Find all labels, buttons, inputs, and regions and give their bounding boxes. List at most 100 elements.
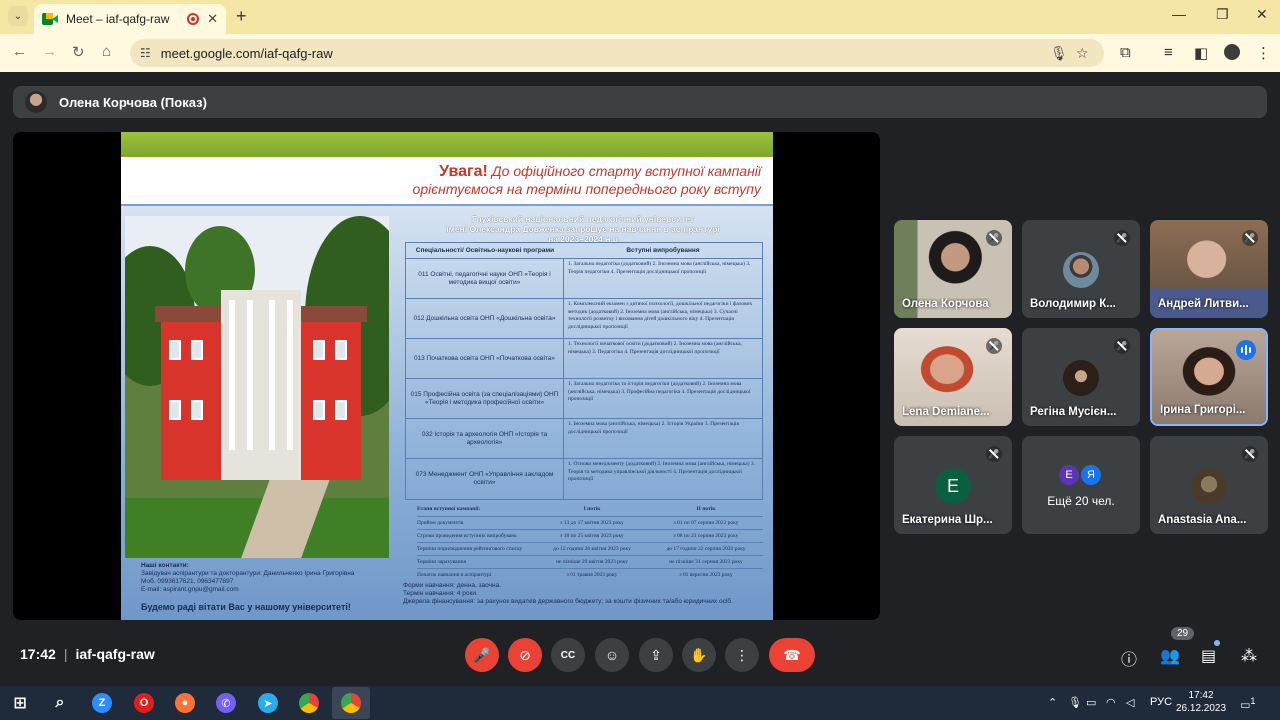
tray-battery-icon[interactable]: ▭ bbox=[1086, 696, 1096, 709]
address-bar[interactable]: ☷ meet.google.com/iaf-qafg-raw 🎙 ☆ bbox=[130, 39, 1104, 67]
activities-icon[interactable]: ⁂ bbox=[1241, 646, 1257, 666]
browser-tab-bar: ⌄ Meet – iaf-qafg-raw ✕ + — ❐ ✕ bbox=[0, 0, 1280, 34]
notifications-icon[interactable]: ▭1 bbox=[1240, 696, 1256, 712]
hang-up-icon: ☎ bbox=[783, 646, 801, 663]
participant-name: Lena Demiane... bbox=[902, 406, 990, 418]
chrome-app-icon[interactable] bbox=[299, 693, 319, 713]
search-icon[interactable]: ⌕ bbox=[50, 693, 70, 713]
participant-tile-speaking[interactable]: Ірина Григорі... bbox=[1150, 328, 1268, 426]
tab-close-icon[interactable]: ✕ bbox=[207, 11, 218, 27]
participant-tile[interactable]: Е 🎤 Екатерина Шр... bbox=[894, 436, 1012, 534]
camera-toggle-button[interactable]: ⊘ bbox=[508, 638, 542, 672]
reactions-button[interactable]: ☺ bbox=[595, 638, 629, 672]
taskbar-clock[interactable]: 17:42 26.12.2023 bbox=[1176, 689, 1226, 715]
table-row: 032 Історія та археологія ОНП «Історія т… bbox=[406, 419, 762, 459]
participant-tile[interactable]: 🎤 Lena Demiane... bbox=[894, 328, 1012, 426]
extensions-icon[interactable]: ⧉ bbox=[1120, 44, 1131, 61]
programs-table: Спеціальності/ Освітньо-наукові програми… bbox=[405, 242, 763, 500]
participant-tile[interactable]: 🎤 Регіна Мусієн... bbox=[1022, 328, 1140, 426]
emoji-icon: ☺ bbox=[604, 647, 620, 663]
participant-tile[interactable]: 🎤 Олена Корчова bbox=[894, 220, 1012, 318]
warning-line-2: орієнтуємося на терміни попереднього рок… bbox=[412, 181, 761, 197]
chat-icon[interactable]: ▤ bbox=[1201, 646, 1216, 666]
table-row: 015 Професійна освіта (за спеціалізаціям… bbox=[406, 379, 762, 419]
presenter-bar: Олена Корчова (Показ) bbox=[13, 86, 1267, 118]
captions-icon: CC bbox=[560, 649, 576, 661]
microphone-icon[interactable]: 🎙 bbox=[1050, 45, 1068, 62]
profile-avatar[interactable] bbox=[1224, 44, 1240, 60]
table-row: Строки проведення вступних випробувань з … bbox=[417, 529, 763, 542]
tab-search-chevron-icon[interactable]: ⌄ bbox=[8, 6, 28, 26]
zoom-app-icon[interactable]: Z bbox=[92, 693, 112, 713]
windows-start-icon[interactable]: ⊞ bbox=[10, 693, 30, 713]
presenter-label: Олена Корчова (Показ) bbox=[59, 94, 207, 110]
home-icon[interactable]: ⌂ bbox=[102, 43, 111, 60]
participant-name: Екатерина Шр... bbox=[902, 514, 993, 526]
forward-arrow-icon[interactable]: → bbox=[42, 43, 57, 60]
participant-avatar bbox=[1063, 252, 1099, 288]
participant-initial-avatar: Е bbox=[935, 468, 971, 504]
window-close-icon[interactable]: ✕ bbox=[1256, 6, 1268, 23]
mic-off-icon: 🎤 bbox=[986, 230, 1002, 246]
more-participants-label: Ещё 20 чел. bbox=[1047, 494, 1115, 508]
tray-expand-icon[interactable]: ⌃ bbox=[1048, 696, 1057, 709]
table-row: 012 Дошкільна освіта ОНП «Дошкільна осві… bbox=[406, 299, 762, 339]
reload-icon[interactable]: ↻ bbox=[72, 43, 85, 61]
university-building-photo bbox=[125, 216, 389, 558]
window-minimize-icon[interactable]: — bbox=[1172, 6, 1186, 22]
raise-hand-button[interactable]: ✋ bbox=[682, 638, 716, 672]
chat-notification-dot bbox=[1214, 640, 1220, 646]
participant-name: Регіна Мусієн... bbox=[1030, 406, 1117, 418]
viber-app-icon[interactable]: ✆ bbox=[216, 693, 236, 713]
meeting-info-icon[interactable]: ⓘ bbox=[1121, 646, 1137, 670]
site-settings-icon[interactable]: ☷ bbox=[140, 46, 151, 60]
participant-name: Олена Корчова bbox=[902, 298, 989, 310]
tray-mic-icon[interactable]: 🎙 bbox=[1068, 696, 1082, 709]
new-tab-plus-icon[interactable]: + bbox=[236, 6, 247, 27]
people-icon[interactable]: 👥 bbox=[1160, 646, 1180, 666]
telegram-app-icon[interactable]: ➤ bbox=[258, 693, 278, 713]
slide-study-forms: Форми навчання: денна, заочна. Термін на… bbox=[403, 582, 733, 605]
captions-button[interactable]: CC bbox=[551, 638, 585, 672]
firefox-app-icon[interactable]: ● bbox=[175, 693, 195, 713]
media-controls-icon[interactable]: ≡ bbox=[1164, 44, 1173, 61]
google-meet-icon bbox=[42, 13, 58, 25]
opera-app-icon[interactable]: O bbox=[134, 693, 154, 713]
participant-avatar bbox=[1191, 468, 1227, 504]
participant-name: Anastasia Ana... bbox=[1158, 514, 1247, 526]
side-panel-icon[interactable]: ◧ bbox=[1194, 44, 1208, 62]
more-vert-icon: ⋮ bbox=[735, 646, 749, 663]
mic-off-icon: 🎤 bbox=[473, 646, 491, 663]
participant-tile[interactable]: 🎤 Anastasia Ana... bbox=[1150, 436, 1268, 534]
bookmark-star-icon[interactable]: ☆ bbox=[1076, 45, 1089, 62]
tray-volume-icon[interactable]: ◁ bbox=[1126, 696, 1134, 709]
participant-name: Ірина Григорі... bbox=[1160, 404, 1246, 416]
university-title: Глухівський національний педагогічний ун… bbox=[446, 214, 720, 244]
tab-title: Meet – iaf-qafg-raw bbox=[66, 12, 170, 26]
browser-tab-meet[interactable]: Meet – iaf-qafg-raw ✕ bbox=[34, 4, 226, 34]
hand-icon: ✋ bbox=[690, 646, 708, 663]
camera-off-icon: ⊘ bbox=[519, 646, 531, 663]
microphone-toggle-button[interactable]: 🎤 bbox=[465, 638, 499, 672]
presenter-avatar bbox=[25, 91, 47, 113]
window-maximize-icon[interactable]: ❐ bbox=[1216, 6, 1229, 23]
participant-tile[interactable]: 🎤 Володимир К... bbox=[1022, 220, 1140, 318]
mic-off-icon: 🎤 bbox=[1114, 230, 1130, 246]
more-participants-tile[interactable]: Е Я Ещё 20 чел. bbox=[1022, 436, 1140, 534]
present-screen-button[interactable]: ⇪ bbox=[639, 638, 673, 672]
mic-off-icon: 🎤 bbox=[986, 338, 1002, 354]
more-options-button[interactable]: ⋮ bbox=[725, 638, 759, 672]
browser-menu-icon[interactable]: ⋮ bbox=[1256, 44, 1271, 62]
back-arrow-icon[interactable]: ← bbox=[12, 43, 27, 60]
leave-call-button[interactable]: ☎ bbox=[769, 638, 815, 672]
presentation-slide: Увага! До офіційного старту вступної кам… bbox=[121, 132, 773, 620]
slide-contacts: Наші контакти: Завідувач аспірантури та … bbox=[141, 562, 355, 593]
stages-table-header: Етапи вступної кампанії: І потік ІІ поті… bbox=[417, 506, 716, 512]
tray-wifi-icon[interactable]: ◠ bbox=[1106, 696, 1116, 709]
participant-name: Андрей Литви... bbox=[1158, 298, 1249, 310]
participant-tile[interactable]: 🎤 Андрей Литви... bbox=[1150, 220, 1268, 318]
present-screen-icon: ⇪ bbox=[650, 646, 662, 663]
chrome-active-app-icon[interactable] bbox=[341, 693, 361, 713]
url-text: meet.google.com/iaf-qafg-raw bbox=[160, 45, 333, 61]
language-indicator[interactable]: РУС bbox=[1150, 696, 1172, 708]
